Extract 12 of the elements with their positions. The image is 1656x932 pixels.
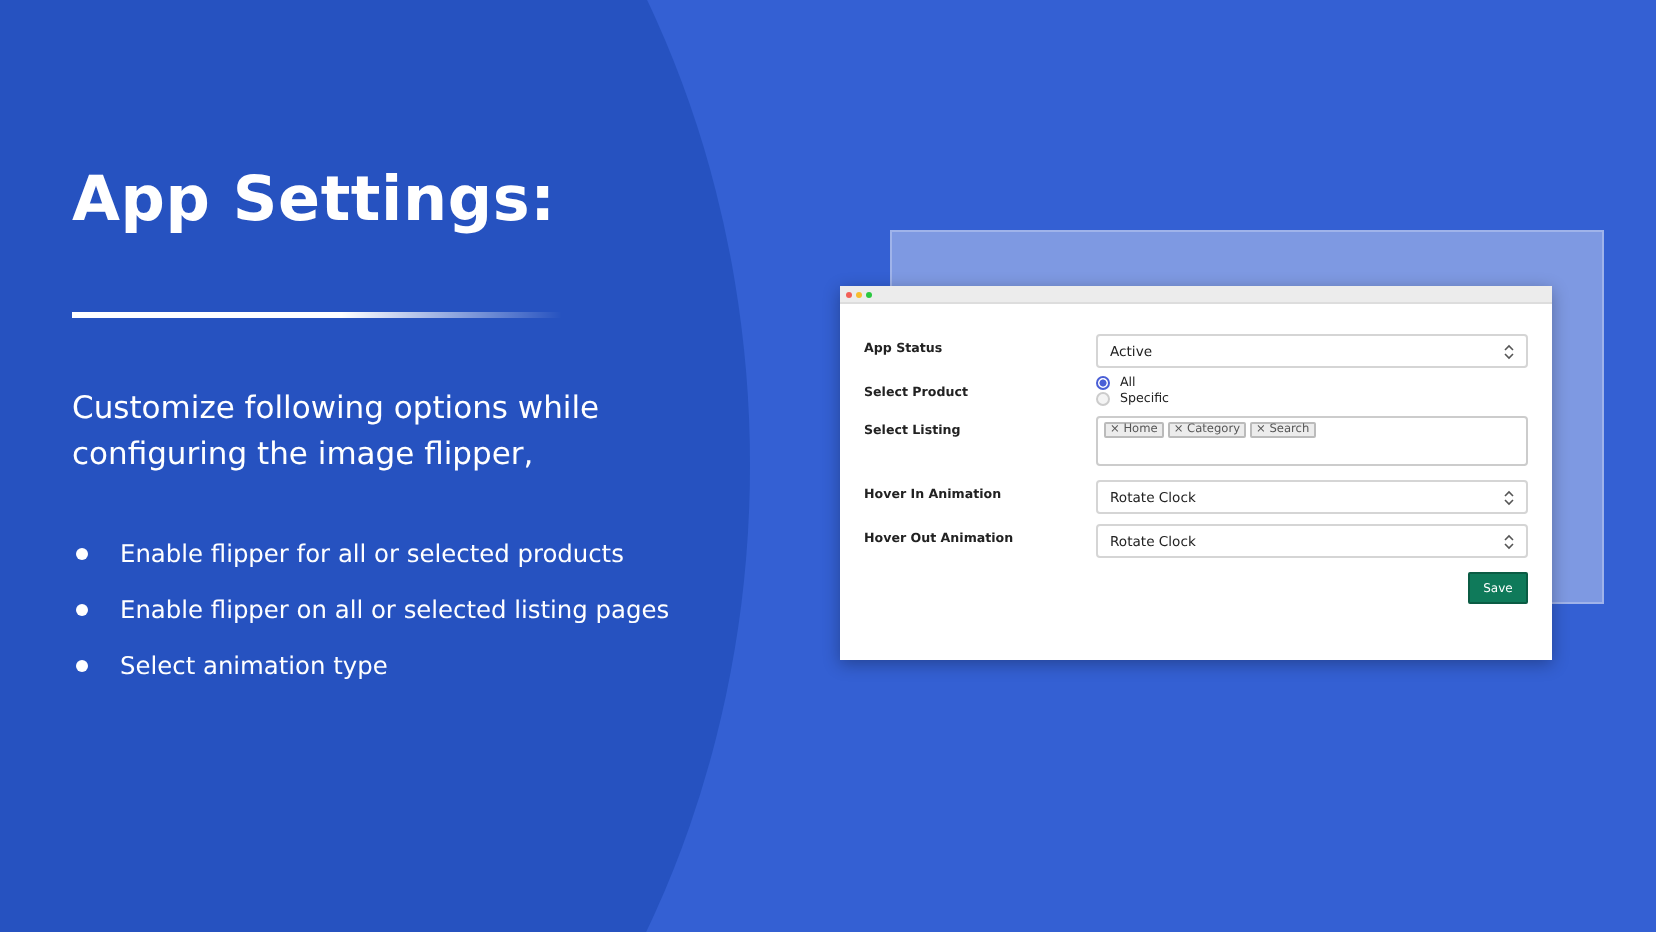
chevron-icon: [1504, 343, 1514, 359]
description: Customize following options while configuring the image flipper,: [72, 388, 602, 476]
minimize-dot-icon[interactable]: [856, 291, 862, 297]
bullet-text: Enable flipper for all or selected products: [120, 540, 624, 568]
radio-button[interactable]: [1096, 376, 1110, 390]
close-dot-icon[interactable]: [846, 291, 852, 297]
bullet-text: Select animation type: [120, 652, 388, 680]
chevron-icon: [1504, 533, 1514, 549]
maximize-dot-icon[interactable]: [866, 291, 872, 297]
heading: App Settings:: [72, 164, 558, 236]
chevron-icon: [1504, 489, 1514, 505]
bullet-text: Enable flipper on all or selected listing pages: [120, 596, 670, 624]
